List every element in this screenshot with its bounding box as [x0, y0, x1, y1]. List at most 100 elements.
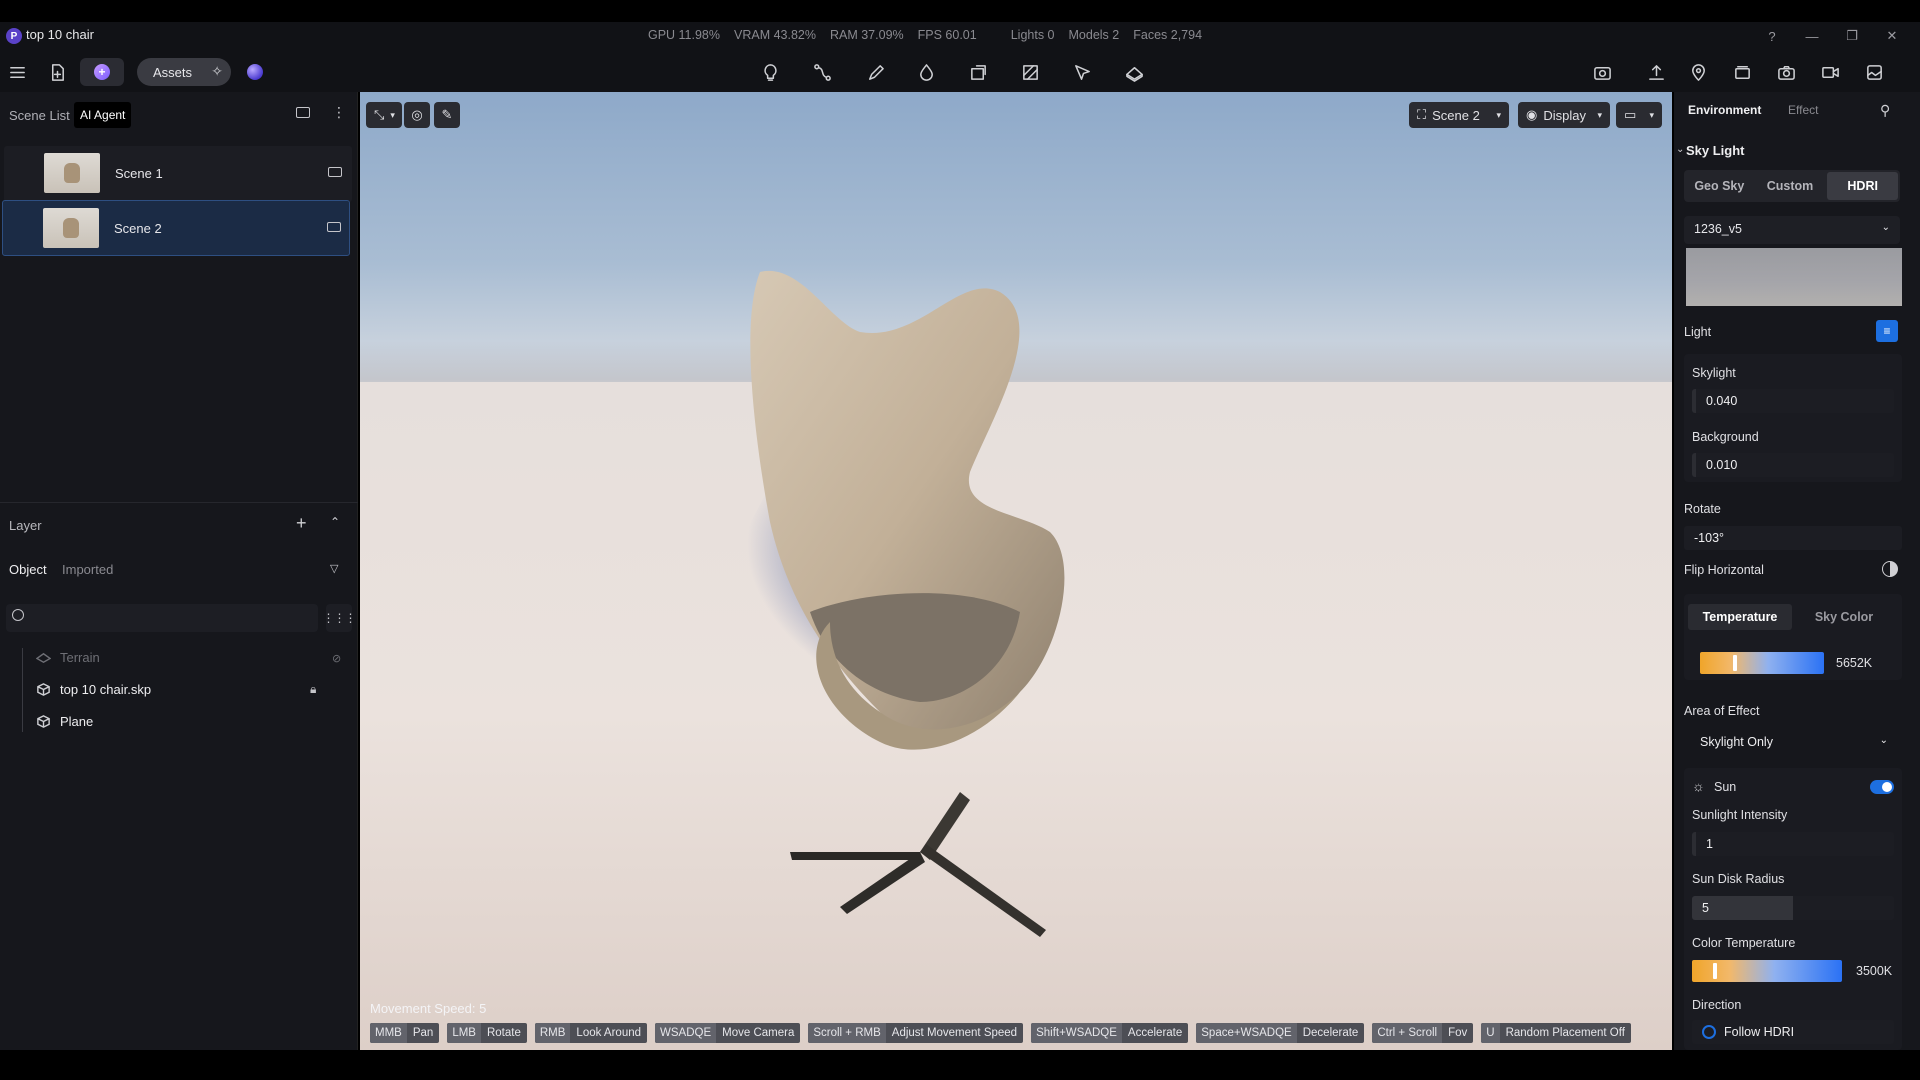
hint-adjust-speed: Scroll + RMB Adjust Movement Speed: [808, 1023, 1024, 1043]
rotate-input[interactable]: -103°: [1684, 526, 1902, 550]
minimize-icon[interactable]: —: [1800, 25, 1824, 47]
area-of-effect-select[interactable]: Skylight Only ⌄: [1684, 728, 1902, 756]
terrain-icon[interactable]: [1120, 58, 1148, 86]
camera-icon[interactable]: [1772, 58, 1800, 86]
select-tool-icon[interactable]: [1068, 58, 1096, 86]
material-orb-icon[interactable]: [247, 64, 263, 80]
video-icon[interactable]: [1816, 58, 1844, 86]
camera-icon[interactable]: [328, 167, 342, 177]
hdri-select[interactable]: 1236_v5 ⌄: [1684, 216, 1900, 244]
restore-icon[interactable]: ❐: [1840, 25, 1864, 47]
skylight-input[interactable]: 0.040: [1692, 389, 1894, 413]
light-settings-icon[interactable]: ≡: [1876, 320, 1898, 342]
frame-icon: ⛶: [1417, 107, 1427, 122]
sun-label: Sun: [1714, 780, 1737, 794]
flip-toggle-icon[interactable]: [1882, 561, 1898, 577]
tab-sky-color[interactable]: Sky Color: [1792, 604, 1896, 630]
models-stat: Models 2: [1068, 28, 1120, 42]
temperature-value: 5652K: [1836, 656, 1873, 670]
title-bar: P top 10 chair GPU 11.98% VRAM 43.82% RA…: [0, 22, 1920, 50]
color-temperature-knob[interactable]: [1713, 963, 1717, 979]
scene-thumbnail: [43, 208, 99, 248]
layers-icon[interactable]: [1728, 58, 1756, 86]
color-temperature-value: 3500K: [1856, 964, 1893, 978]
layer-search-input[interactable]: [6, 604, 318, 632]
view-mode-dropdown[interactable]: ▭ ▾: [1616, 102, 1662, 128]
tab-object[interactable]: Object: [9, 562, 47, 577]
gallery-icon[interactable]: [1860, 58, 1888, 86]
follow-hdri-label: Follow HDRI: [1724, 1025, 1795, 1039]
more-options-icon[interactable]: ⋮: [332, 104, 346, 121]
close-icon[interactable]: ✕: [1880, 25, 1904, 47]
sunlight-intensity-input[interactable]: 1: [1692, 832, 1894, 856]
eyedropper-icon[interactable]: ✎: [434, 102, 460, 128]
temperature-slider[interactable]: [1700, 652, 1824, 674]
tab-scene-list[interactable]: Scene List: [9, 108, 70, 123]
chevron-down-icon[interactable]: ⌄: [1676, 144, 1684, 155]
export-icon[interactable]: [1642, 58, 1670, 86]
tab-temperature[interactable]: Temperature: [1688, 604, 1792, 630]
file-icon[interactable]: [43, 58, 71, 86]
render-settings-icon[interactable]: [1588, 58, 1616, 86]
sky-mode-selector: Geo Sky Custom HDRI: [1684, 170, 1900, 202]
tab-environment[interactable]: Environment: [1688, 103, 1761, 117]
temperature-slider-knob[interactable]: [1733, 655, 1738, 671]
hidden-eye-icon[interactable]: ⊘: [332, 652, 341, 665]
scene-item-1[interactable]: Scene 1: [4, 146, 352, 202]
tab-ai-agent[interactable]: AI Agent: [74, 102, 132, 128]
brush-icon[interactable]: [860, 58, 888, 86]
add-scene-icon[interactable]: [296, 107, 310, 118]
help-icon[interactable]: ?: [1760, 25, 1784, 47]
map-pin-icon[interactable]: [1684, 58, 1712, 86]
display-dropdown[interactable]: ◉ Display ▾: [1518, 102, 1610, 128]
display-label: Display: [1543, 107, 1586, 123]
vram-stat: VRAM 43.82%: [734, 28, 816, 42]
axis-icon: ⤡: [374, 107, 385, 122]
scene-item-2[interactable]: Scene 2: [2, 200, 350, 256]
sun-disk-radius-input[interactable]: 5: [1692, 896, 1894, 920]
mode-geo-sky[interactable]: Geo Sky: [1684, 170, 1755, 202]
tab-effect[interactable]: Effect: [1788, 103, 1818, 117]
mode-custom[interactable]: Custom: [1755, 170, 1826, 202]
monitor-icon: ▭: [1624, 107, 1637, 122]
pin-icon[interactable]: ⚲: [1880, 102, 1890, 119]
temperature-tabs: Temperature Sky Color: [1688, 604, 1896, 630]
follow-hdri-option[interactable]: Follow HDRI: [1692, 1020, 1894, 1044]
tab-imported[interactable]: Imported: [62, 562, 113, 577]
tree-item-model[interactable]: top 10 chair.skp: [36, 682, 151, 697]
layer-header: Layer + ⌃: [0, 502, 358, 546]
tree-item-plane[interactable]: Plane: [36, 714, 93, 729]
tree-item-terrain[interactable]: Terrain: [36, 650, 100, 665]
transform-gizmo-button[interactable]: ⤡ ▾: [366, 102, 402, 128]
globe-icon[interactable]: ◎: [404, 102, 430, 128]
add-layer-icon[interactable]: +: [296, 513, 307, 534]
scene-select-dropdown[interactable]: ⛶ Scene 2 ▾: [1409, 102, 1509, 128]
hdri-value: 1236_v5: [1694, 222, 1742, 236]
chevron-down-icon: ⌄: [1881, 222, 1890, 233]
light-bulb-icon[interactable]: [756, 58, 784, 86]
radio-icon: [1702, 1025, 1716, 1039]
sun-toggle[interactable]: [1870, 780, 1894, 794]
water-drop-icon[interactable]: [912, 58, 940, 86]
collapse-icon[interactable]: ⌃: [330, 515, 340, 529]
grid-view-icon[interactable]: ⋮⋮⋮: [323, 604, 357, 632]
tree-item-label: Plane: [60, 714, 94, 729]
color-temperature-slider[interactable]: [1692, 960, 1842, 982]
sparkle-icon: ✧: [211, 63, 223, 79]
assets-button[interactable]: Assets ✧: [137, 58, 231, 86]
menu-icon[interactable]: [3, 58, 31, 86]
background-input[interactable]: 0.010: [1692, 453, 1894, 477]
3d-viewport[interactable]: ⤡ ▾ ◎ ✎ ⛶ Scene 2 ▾ ◉ Display ▾ ▭ ▾ Movem…: [360, 92, 1672, 1050]
path-tool-icon[interactable]: [808, 58, 836, 86]
scene-thumbnail: [44, 153, 100, 193]
mode-hdri[interactable]: HDRI: [1827, 172, 1899, 200]
hdri-preview[interactable]: [1686, 248, 1902, 306]
box-transform-icon[interactable]: [964, 58, 992, 86]
sun-icon: ☼: [1692, 778, 1705, 794]
hint-random-placement: U Random Placement Off: [1481, 1023, 1631, 1043]
lock-icon[interactable]: 🔒︎: [310, 682, 316, 697]
filter-icon[interactable]: ▽: [330, 562, 338, 575]
ai-assistant-button[interactable]: +: [80, 58, 124, 86]
material-panel-icon[interactable]: [1016, 58, 1044, 86]
camera-icon[interactable]: [327, 222, 341, 232]
